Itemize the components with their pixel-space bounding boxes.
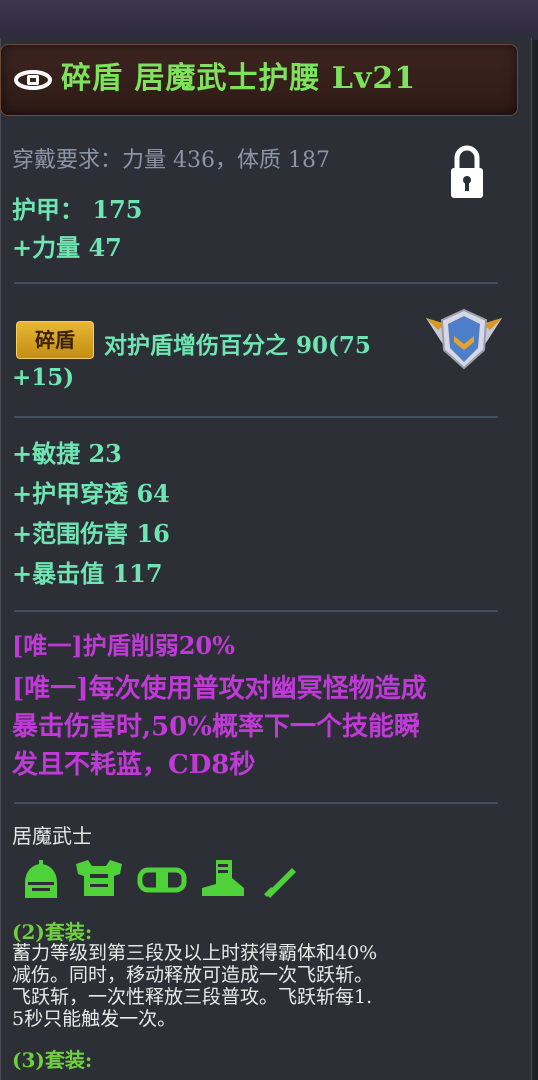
boots-icon (202, 860, 244, 896)
affix-badge: 碎盾 (16, 321, 94, 359)
item-title: 碎盾 居魔武士护腰 Lv21 (61, 61, 417, 96)
unique-effect-2: [唯一]每次使用普攻对幽冥怪物造成 (12, 674, 427, 704)
item-header: 碎盾 居魔武士护腰 Lv21 (0, 44, 518, 116)
area-damage-stat: +范围伤害 16 (12, 519, 170, 548)
helmet-icon (25, 860, 57, 898)
description-line: 飞跃斩，一次性释放三段普攻。飞跃斩每1. (12, 986, 373, 1008)
agility-stat: +敏捷 23 (12, 439, 122, 468)
unique-effect-2-cont: 发且不耗蓝，CD8秒 (12, 750, 256, 780)
armor-icon (76, 860, 122, 896)
set-name: 居魔武士 (12, 824, 92, 848)
background-top (0, 0, 538, 40)
description-line: 蓄力等级到第三段及以上时获得霸体和40% (12, 942, 378, 964)
set-bonus-2-header: (2)套装: (12, 920, 93, 944)
crit-stat: +暴击值 117 (12, 559, 163, 588)
lock-icon[interactable] (448, 144, 486, 200)
unique-effect-2-cont: 暴击伤害时,50%概率下一个技能瞬 (12, 712, 420, 742)
description-line: 5秒只能触发一次。 (12, 1008, 177, 1030)
belt-icon (14, 70, 52, 90)
strength-stat: +力量 47 (12, 233, 122, 262)
armor-stat: 护甲： 175 (12, 195, 143, 224)
divider (14, 282, 498, 284)
set-bonus-2-description: 蓄力等级到第三段及以上时获得霸体和40% 减伤。同时，移动释放可造成一次飞跃斩。… (12, 942, 482, 1030)
set-piece-icons (25, 860, 296, 898)
affix-text: 对护盾增伤百分之 90(75 (104, 332, 371, 359)
divider (14, 416, 498, 418)
unique-effect-1: [唯一]护盾削弱20% (12, 631, 235, 660)
armor-penetration-stat: +护甲穿透 64 (12, 479, 170, 508)
set-bonus-3-header: (3)套装: (12, 1048, 93, 1072)
wear-requirement: 穿戴要求：力量 436，体质 187 (12, 148, 330, 173)
sword-icon (264, 868, 296, 898)
belt-icon (137, 867, 187, 893)
divider (14, 610, 498, 612)
shield-emblem-icon (426, 308, 502, 370)
affix-text-cont: +15) (12, 364, 75, 391)
description-line: 减伤。同时，移动释放可造成一次飞跃斩。 (12, 964, 374, 986)
divider (14, 802, 498, 804)
